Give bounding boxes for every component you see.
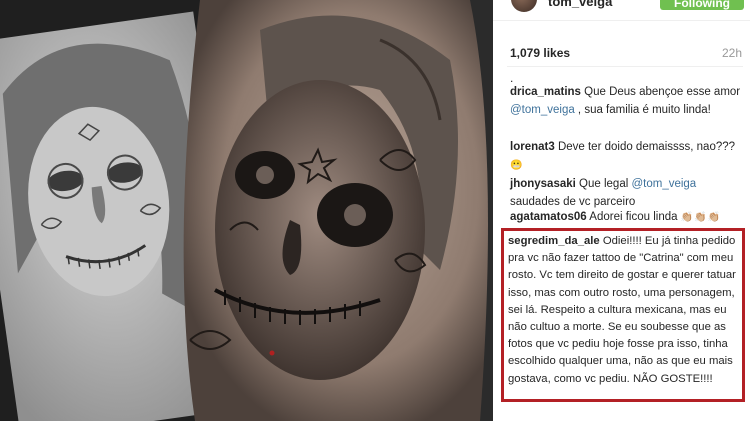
grimace-emoji-icon: 😬 xyxy=(510,160,524,171)
post-header: tom_veiga Following xyxy=(493,0,750,21)
comment-item: drica_matins Que Deus abençoe esse amor … xyxy=(510,83,742,119)
tattoo-photo-illustration xyxy=(0,0,493,421)
comment-text: saudades de vc parceiro xyxy=(510,196,636,208)
comment-username[interactable]: jhonysasaki xyxy=(510,178,576,190)
comment-text: Adorei ficou linda xyxy=(586,211,681,223)
comment-username[interactable]: drica_matins xyxy=(510,86,581,98)
post-side-panel: tom_veiga Following 1,079 likes 22h . dr… xyxy=(493,0,750,421)
highlighted-comment-frame: segredim_da_ale Odiei!!!! Eu já tinha pe… xyxy=(501,228,745,402)
comment-text: , sua familia é muito linda! xyxy=(574,104,711,116)
comment-username[interactable]: agatamatos06 xyxy=(510,211,587,223)
comment-item: agatamatos06 Adorei ficou linda 👏🏼👏🏼👏🏼 xyxy=(510,208,742,227)
comment-mention[interactable]: @tom_veiga xyxy=(510,104,575,116)
divider xyxy=(507,66,743,67)
comment-username[interactable]: segredim_da_ale xyxy=(508,235,600,247)
clapping-hands-emoji-icon: 👏🏼👏🏼👏🏼 xyxy=(680,212,722,223)
comment-text: Que legal xyxy=(575,178,632,190)
comment-text: Odiei!!!! Eu já tinha pedido pra vc não … xyxy=(508,235,736,385)
comment-username[interactable]: lorenat3 xyxy=(510,141,555,153)
post-photo[interactable] xyxy=(0,0,493,421)
comment-item: jhonysasaki Que legal @tom_veiga saudade… xyxy=(510,175,742,211)
highlighted-comment: segredim_da_ale Odiei!!!! Eu já tinha pe… xyxy=(508,233,740,388)
avatar[interactable] xyxy=(511,0,537,12)
post-author-username[interactable]: tom_veiga xyxy=(548,0,612,9)
following-button[interactable]: Following xyxy=(660,0,744,10)
comment-item: lorenat3 Deve ter doido demaissss, nao??… xyxy=(510,138,742,175)
comment-text: Que Deus abençoe esse amor xyxy=(580,86,741,98)
comment-text: Deve ter doido demaissss, nao??? xyxy=(554,141,736,153)
post-timestamp[interactable]: 22h xyxy=(722,46,742,60)
comment-mention[interactable]: @tom_veiga xyxy=(631,178,696,190)
likes-count[interactable]: 1,079 likes xyxy=(510,46,570,60)
